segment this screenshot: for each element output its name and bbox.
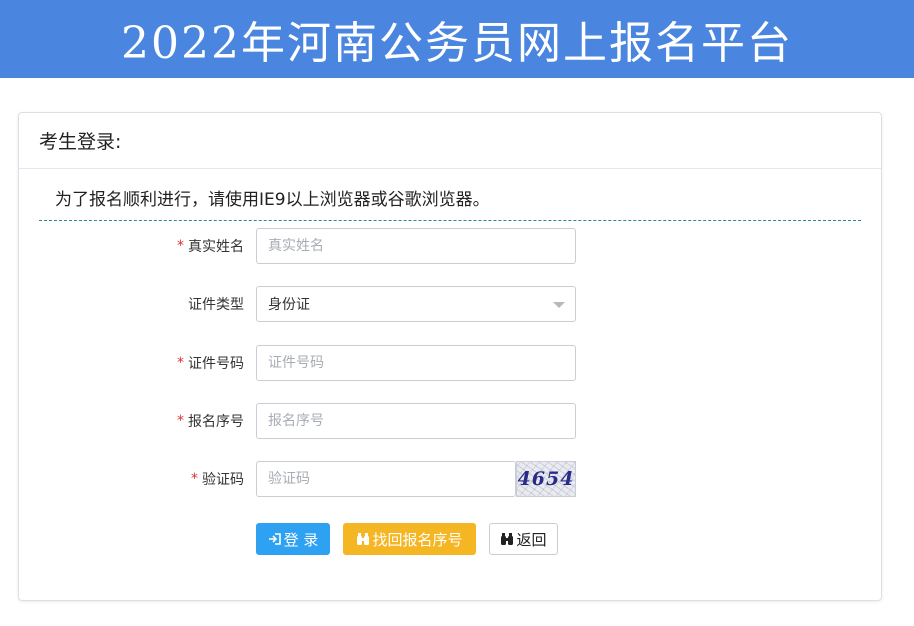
header-banner: 2022年河南公务员网上报名平台 <box>0 0 914 78</box>
id-type-row: 证件类型 身份证 <box>19 286 883 322</box>
chevron-down-icon <box>553 302 565 308</box>
required-mark: * <box>177 238 184 254</box>
find-reg-number-button[interactable]: 找回报名序号 <box>343 523 476 555</box>
captcha-image[interactable]: 4654 <box>516 461 576 497</box>
id-type-label: 证件类型 <box>139 286 244 322</box>
reg-number-row: * 报名序号 <box>19 403 883 439</box>
name-input[interactable] <box>256 228 576 264</box>
login-icon <box>268 533 281 545</box>
id-number-input[interactable] <box>256 345 576 381</box>
site-title: 2022年河南公务员网上报名平台 <box>121 18 793 69</box>
back-button[interactable]: 返回 <box>489 523 558 555</box>
id-number-row: * 证件号码 <box>19 345 883 381</box>
panel-header: 考生登录: <box>19 113 881 169</box>
browser-notice: 为了报名顺利进行，请使用IE9以上浏览器或谷歌浏览器。 <box>39 185 861 221</box>
required-mark: * <box>177 413 184 429</box>
captcha-label: * 验证码 <box>139 461 244 497</box>
reg-number-label: * 报名序号 <box>139 403 244 439</box>
name-row: * 真实姓名 <box>19 228 883 264</box>
required-mark: * <box>191 471 198 487</box>
login-button[interactable]: 登 录 <box>256 523 330 555</box>
find-button-label: 找回报名序号 <box>372 530 463 549</box>
reg-number-input[interactable] <box>256 403 576 439</box>
id-type-label-text: 证件类型 <box>188 297 244 313</box>
required-mark: * <box>177 355 184 371</box>
id-number-label: * 证件号码 <box>139 345 244 381</box>
login-button-label: 登 录 <box>283 530 319 549</box>
captcha-input[interactable] <box>256 461 516 497</box>
panel-title: 考生登录: <box>39 131 122 153</box>
reg-number-label-text: 报名序号 <box>188 414 244 430</box>
captcha-label-text: 验证码 <box>202 472 244 488</box>
back-button-label: 返回 <box>516 530 547 549</box>
browser-notice-text: 为了报名顺利进行，请使用IE9以上浏览器或谷歌浏览器。 <box>55 190 490 210</box>
binoculars-icon <box>357 533 370 545</box>
id-type-selected: 身份证 <box>268 297 310 313</box>
binoculars-icon <box>501 533 514 545</box>
button-row: 登 录 找回报名序号 返回 <box>19 523 883 555</box>
name-label: * 真实姓名 <box>139 228 244 264</box>
name-label-text: 真实姓名 <box>188 239 244 255</box>
login-panel: 考生登录: 为了报名顺利进行，请使用IE9以上浏览器或谷歌浏览器。 * 真实姓名… <box>18 112 882 601</box>
id-number-label-text: 证件号码 <box>188 356 244 372</box>
id-type-select[interactable]: 身份证 <box>256 286 576 322</box>
captcha-code: 4654 <box>517 468 575 490</box>
captcha-row: * 验证码 4654 <box>19 461 883 497</box>
